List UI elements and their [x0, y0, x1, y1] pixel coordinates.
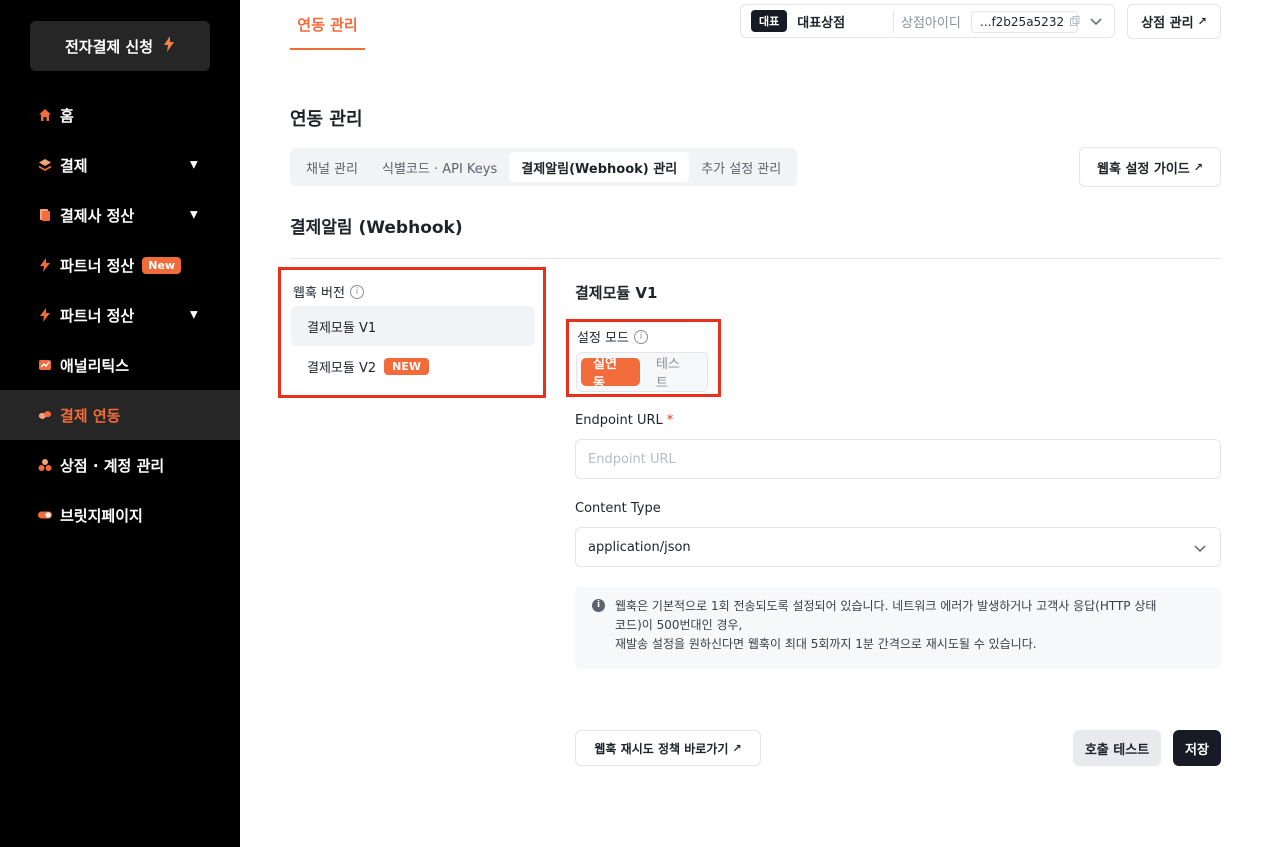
- sidebar-item-label: 상점 · 계정 관리: [60, 456, 165, 475]
- sidebar-item-5[interactable]: 애널리틱스: [0, 340, 240, 390]
- users-icon: [38, 458, 52, 472]
- info-icon[interactable]: i: [349, 284, 364, 299]
- webhook-guide-label: 웹훅 설정 가이드: [1097, 161, 1190, 177]
- sidebar-item-label: 파트너 정산: [60, 306, 135, 325]
- endpoint-url-label-text: Endpoint URL: [575, 413, 663, 428]
- mode-option-0[interactable]: 실연동: [581, 357, 640, 391]
- save-button[interactable]: 저장: [1173, 730, 1221, 766]
- webhook-guide-button[interactable]: 웹훅 설정 가이드 ↗: [1079, 147, 1221, 187]
- sidebar-item-0[interactable]: 홈: [0, 90, 240, 140]
- webhook-version-label: 웹훅 버전 i: [293, 282, 364, 301]
- endpoint-url-input[interactable]: [575, 439, 1221, 479]
- chevron-down-icon[interactable]: [1088, 13, 1104, 29]
- content-type-select[interactable]: application/json: [575, 527, 1221, 567]
- caret-down-icon[interactable]: ▼: [190, 210, 198, 221]
- store-manage-label: 상점 관리: [1141, 16, 1194, 31]
- sidebar-item-label: 홈: [60, 106, 74, 125]
- content-type-value: application/json: [588, 539, 691, 555]
- mode-toggle: 실연동 테스트: [576, 352, 708, 392]
- content-type-label: Content Type: [575, 501, 661, 516]
- sidebar-item-7[interactable]: 상점 · 계정 관리: [0, 440, 240, 490]
- info-line-3: 재발송 설정을 원하신다면 웹훅이 최대 5회까지 1분 간격으로 재시도될 수…: [615, 637, 1037, 651]
- sidebar-item-label: 파트너 정산: [60, 256, 135, 275]
- store-id-value: ...f2b25a5232: [980, 15, 1065, 29]
- sidebar-item-6[interactable]: 결제 연동: [0, 390, 240, 440]
- store-manage-button[interactable]: 상점 관리 ↗: [1127, 4, 1221, 39]
- retry-policy-button[interactable]: 웹훅 재시도 정책 바로가기 ↗: [575, 730, 761, 766]
- tab-integration-management[interactable]: 연동 관리: [290, 0, 365, 50]
- store-name: 대표상점: [797, 15, 846, 31]
- setting-mode-label: 설정 모드 i: [577, 327, 648, 346]
- sidebar-item-3[interactable]: 파트너 정산 New: [0, 240, 240, 290]
- external-link-icon: ↗: [1193, 160, 1203, 174]
- external-link-icon: ↗: [1197, 15, 1207, 28]
- info-line-2: 코드)이 500번대인 경우,: [615, 618, 743, 632]
- page-title: 연동 관리: [290, 109, 363, 130]
- document-icon: [38, 208, 52, 222]
- bolt-icon: [163, 36, 175, 56]
- call-test-button[interactable]: 호출 테스트: [1073, 730, 1161, 766]
- setting-mode-label-text: 설정 모드: [577, 331, 629, 346]
- webhook-version-item-1[interactable]: 결제모듈 V2 NEW: [291, 346, 535, 386]
- sidebar-item-4[interactable]: 파트너 정산 ▼: [0, 290, 240, 340]
- apply-button-label: 전자결제 신청: [64, 37, 154, 56]
- webhook-version-item-0[interactable]: 결제모듈 V1: [291, 306, 535, 346]
- chart-icon: [38, 358, 52, 372]
- store-tag: 대표: [751, 10, 788, 32]
- sidebar-item-label: 브릿지페이지: [60, 506, 143, 525]
- caret-down-icon[interactable]: ▼: [190, 160, 198, 171]
- webhook-version-panel: 웹훅 버전 i 결제모듈 V1 결제모듈 V2 NEW: [278, 267, 546, 398]
- toggle-icon: [38, 508, 52, 522]
- webhook-version-item-label: 결제모듈 V1: [307, 320, 377, 336]
- sidebar-item-label: 결제사 정산: [60, 206, 135, 225]
- webhook-version-item-label: 결제모듈 V2: [307, 360, 377, 376]
- chevron-down-icon: [1192, 540, 1208, 556]
- info-filled-icon: i: [592, 599, 605, 612]
- new-badge: NEW: [384, 357, 429, 375]
- endpoint-url-label: Endpoint URL *: [575, 413, 673, 428]
- new-badge: New: [142, 256, 182, 274]
- sidebar-item-label: 애널리틱스: [60, 356, 130, 375]
- home-icon: [38, 108, 52, 122]
- sidebar: 전자결제 신청 홈결제 ▼ 결제사 정산 ▼ 파트너 정산 New 파트너 정산 ▼ 애널리틱스…: [0, 0, 240, 847]
- subtab-0[interactable]: 채널 관리: [294, 152, 370, 182]
- copy-icon[interactable]: [1070, 15, 1080, 29]
- module-title: 결제모듈 V1: [575, 284, 658, 302]
- subtab-bar: 채널 관리 식별코드 · API Keys 결제알림(Webhook) 관리 추가 설…: [290, 148, 798, 186]
- store-id-field[interactable]: ...f2b25a5232: [971, 11, 1080, 33]
- apply-payment-button[interactable]: 전자결제 신청: [30, 21, 210, 71]
- caret-down-icon[interactable]: ▼: [190, 310, 198, 321]
- info-icon[interactable]: i: [633, 329, 648, 344]
- section-title: 결제알림 (Webhook): [290, 218, 463, 238]
- sidebar-item-label: 결제 연동: [60, 406, 121, 425]
- webhook-version-label-text: 웹훅 버전: [293, 286, 345, 301]
- section-divider: [290, 258, 1221, 259]
- sidebar-item-8[interactable]: 브릿지페이지: [0, 490, 240, 540]
- external-link-icon: ↗: [732, 741, 742, 755]
- setting-mode-panel: 설정 모드 i 실연동 테스트: [566, 319, 721, 397]
- subtab-3[interactable]: 추가 설정 관리: [689, 152, 793, 182]
- mode-option-1[interactable]: 테스트: [644, 357, 703, 391]
- subtab-1[interactable]: 식별코드 · API Keys: [370, 152, 509, 182]
- sidebar-item-2[interactable]: 결제사 정산 ▼: [0, 190, 240, 240]
- required-mark: *: [666, 413, 674, 428]
- store-divider: [893, 11, 894, 33]
- sidebar-item-1[interactable]: 결제 ▼: [0, 140, 240, 190]
- store-selector[interactable]: 대표 대표상점 상점아이디 ...f2b25a5232: [740, 4, 1115, 38]
- store-id-label: 상점아이디: [901, 15, 961, 31]
- sidebar-item-label: 결제: [60, 156, 88, 175]
- webhook-info-notice: i 웹훅은 기본적으로 1회 전송되도록 설정되어 있습니다. 네트워크 에러가…: [575, 587, 1221, 669]
- sidebar-nav: 홈결제 ▼ 결제사 정산 ▼ 파트너 정산 New 파트너 정산 ▼ 애널리틱스결제 연동상점 …: [0, 90, 240, 540]
- info-line-1: 웹훅은 기본적으로 1회 전송되도록 설정되어 있습니다. 네트워크 에러가 발…: [615, 599, 1157, 613]
- layers-icon: [38, 158, 52, 172]
- bolt-icon: [38, 258, 52, 272]
- retry-policy-label: 웹훅 재시도 정책 바로가기: [594, 741, 729, 756]
- link-icon: [38, 408, 52, 422]
- bolt-icon: [38, 308, 52, 322]
- subtab-2[interactable]: 결제알림(Webhook) 관리: [509, 152, 690, 182]
